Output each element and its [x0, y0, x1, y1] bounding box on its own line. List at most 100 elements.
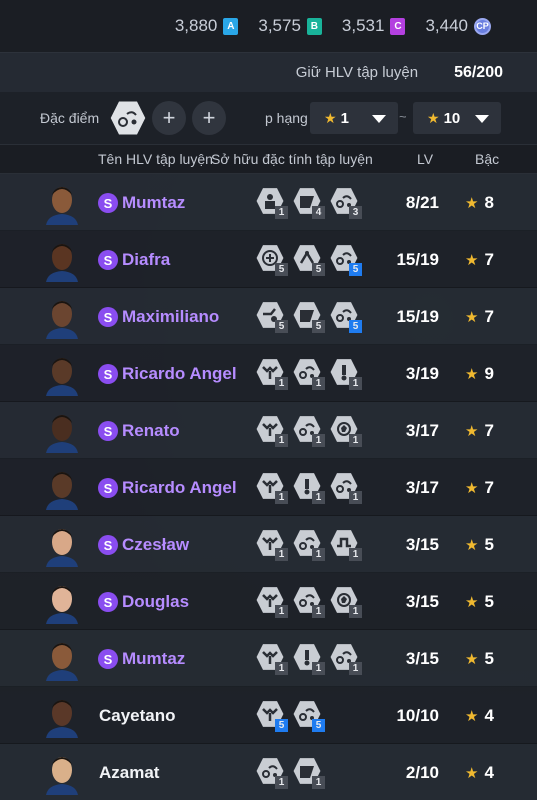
trait-badge[interactable]: 5 — [256, 301, 288, 333]
trait-level: 5 — [275, 263, 288, 276]
trait-badge[interactable]: 1 — [293, 472, 325, 504]
trait-badge[interactable]: 5 — [256, 700, 288, 732]
trait-filter-slot[interactable] — [110, 101, 146, 135]
coach-row[interactable]: S Mumtaz 1 1 1 3/15 ★ 5 — [0, 630, 537, 687]
special-coach-badge-icon: S — [98, 421, 118, 441]
coach-row[interactable]: S Douglas 1 1 1 3/15 ★ 5 — [0, 573, 537, 630]
trait-level: 1 — [349, 605, 362, 618]
trait-badge[interactable]: 1 — [330, 529, 362, 561]
coach-lv: 10/10 — [396, 706, 439, 725]
trait-list: 1 1 1 — [256, 415, 362, 447]
rank-max-value: 10 — [443, 109, 461, 127]
training-value: 56/200 — [454, 63, 503, 81]
column-header-grade[interactable]: Bậc — [475, 151, 499, 167]
coach-row[interactable]: S Czesław 1 1 1 3/15 ★ 5 — [0, 516, 537, 573]
rank-max-dropdown[interactable]: ★ 10 — [413, 102, 501, 134]
trait-level: 5 — [312, 320, 325, 333]
trait-badge[interactable]: 1 — [293, 586, 325, 618]
coach-row[interactable]: S Maximiliano 5 5 5 15/19 ★ 7 — [0, 288, 537, 345]
trait-list: 1 4 3 — [256, 187, 362, 219]
trait-level: 1 — [349, 491, 362, 504]
coach-lv: 8/21 — [405, 193, 439, 212]
coach-row[interactable]: S Mumtaz 1 4 3 8/21 ★ 8 — [0, 174, 537, 231]
trait-level: 1 — [275, 662, 288, 675]
star-icon: ★ — [465, 765, 479, 782]
coach-lv: 3/15 — [405, 535, 439, 554]
coach-row[interactable]: S Diafra 5 5 5 15/19 ★ 7 — [0, 231, 537, 288]
trait-badge[interactable]: 5 — [330, 244, 362, 276]
trait-level: 1 — [312, 662, 325, 675]
trait-badge[interactable]: 5 — [330, 301, 362, 333]
trait-badge[interactable]: 1 — [256, 415, 288, 447]
trait-list: 1 1 1 — [256, 529, 362, 561]
special-coach-badge-icon: S — [98, 535, 118, 555]
avatar — [44, 238, 80, 282]
trait-badge[interactable]: 1 — [330, 643, 362, 675]
add-trait-filter-button[interactable]: + — [152, 101, 186, 135]
trait-badge[interactable]: 1 — [330, 472, 362, 504]
trait-badge[interactable]: 1 — [293, 358, 325, 390]
trait-badge[interactable]: 1 — [293, 757, 325, 789]
column-header-lv[interactable]: LV — [417, 151, 433, 167]
coach-name: Douglas — [122, 592, 190, 611]
trait-badge[interactable]: 1 — [256, 358, 288, 390]
trait-level: 5 — [312, 263, 325, 276]
currency-c-value: 3,531 — [341, 16, 385, 35]
coach-lv: 15/19 — [396, 307, 439, 326]
coach-grade: ★ 8 — [465, 193, 494, 213]
trait-badge[interactable]: 1 — [293, 415, 325, 447]
trait-badge[interactable]: 1 — [256, 187, 288, 219]
trait-level: 1 — [312, 434, 325, 447]
column-header-name[interactable]: Tên HLV tập luyện — [98, 151, 213, 167]
trait-list: 1 1 1 — [256, 586, 362, 618]
trait-badge[interactable]: 1 — [256, 529, 288, 561]
avatar — [44, 523, 80, 567]
coach-grade: ★ 5 — [465, 649, 494, 669]
coach-grade: ★ 4 — [465, 763, 494, 783]
add-trait-filter-button-2[interactable]: + — [192, 101, 226, 135]
trait-badge[interactable]: 1 — [293, 529, 325, 561]
coach-row[interactable]: Cayetano 5 5 10/10 ★ 4 — [0, 687, 537, 744]
coach-row[interactable]: S Ricardo Angel 1 1 1 3/17 ★ 7 — [0, 459, 537, 516]
coach-name: Ricardo Angel — [122, 478, 237, 497]
trait-badge[interactable]: 1 — [256, 643, 288, 675]
trait-badge[interactable]: 1 — [293, 643, 325, 675]
trait-level: 1 — [275, 377, 288, 390]
trait-level: 1 — [312, 605, 325, 618]
trait-badge[interactable]: 5 — [293, 700, 325, 732]
trait-badge[interactable]: 1 — [330, 415, 362, 447]
trait-badge[interactable]: 1 — [330, 586, 362, 618]
coach-row[interactable]: S Renato 1 1 1 3/17 ★ 7 — [0, 402, 537, 459]
trait-badge[interactable]: 3 — [330, 187, 362, 219]
star-icon: ★ — [465, 309, 479, 326]
avatar — [44, 409, 80, 453]
avatar — [44, 181, 80, 225]
coach-grade: ★ 4 — [465, 706, 494, 726]
trait-badge[interactable]: 1 — [256, 757, 288, 789]
coach-row[interactable]: Azamat 1 1 2/10 ★ 4 — [0, 744, 537, 800]
star-icon: ★ — [465, 651, 479, 668]
coach-lv: 3/15 — [405, 649, 439, 668]
trait-badge[interactable]: 1 — [256, 472, 288, 504]
trait-level: 1 — [349, 434, 362, 447]
coach-name: Mumtaz — [122, 193, 186, 212]
trait-badge[interactable]: 5 — [293, 244, 325, 276]
trait-badge[interactable]: 1 — [256, 586, 288, 618]
coach-row[interactable]: S Ricardo Angel 1 1 1 3/19 ★ 9 — [0, 345, 537, 402]
trait-badge[interactable]: 5 — [293, 301, 325, 333]
trait-level: 1 — [312, 491, 325, 504]
special-coach-badge-icon: S — [98, 478, 118, 498]
trait-level: 3 — [349, 206, 362, 219]
pass-icon — [118, 111, 137, 127]
trait-badge[interactable]: 4 — [293, 187, 325, 219]
special-coach-badge-icon: S — [98, 649, 118, 669]
column-header-traits[interactable]: Sở hữu đặc tính tập luyện — [211, 151, 373, 167]
rank-min-dropdown[interactable]: ★ 1 — [310, 102, 398, 134]
a-token-icon: A — [223, 17, 239, 35]
trait-list: 11 — [256, 757, 325, 789]
trait-badge[interactable]: 1 — [330, 358, 362, 390]
special-coach-badge-icon: S — [98, 193, 118, 213]
trait-list: 1 1 1 — [256, 472, 362, 504]
trait-badge[interactable]: 5 — [256, 244, 288, 276]
coach-name: Cayetano — [99, 706, 176, 725]
